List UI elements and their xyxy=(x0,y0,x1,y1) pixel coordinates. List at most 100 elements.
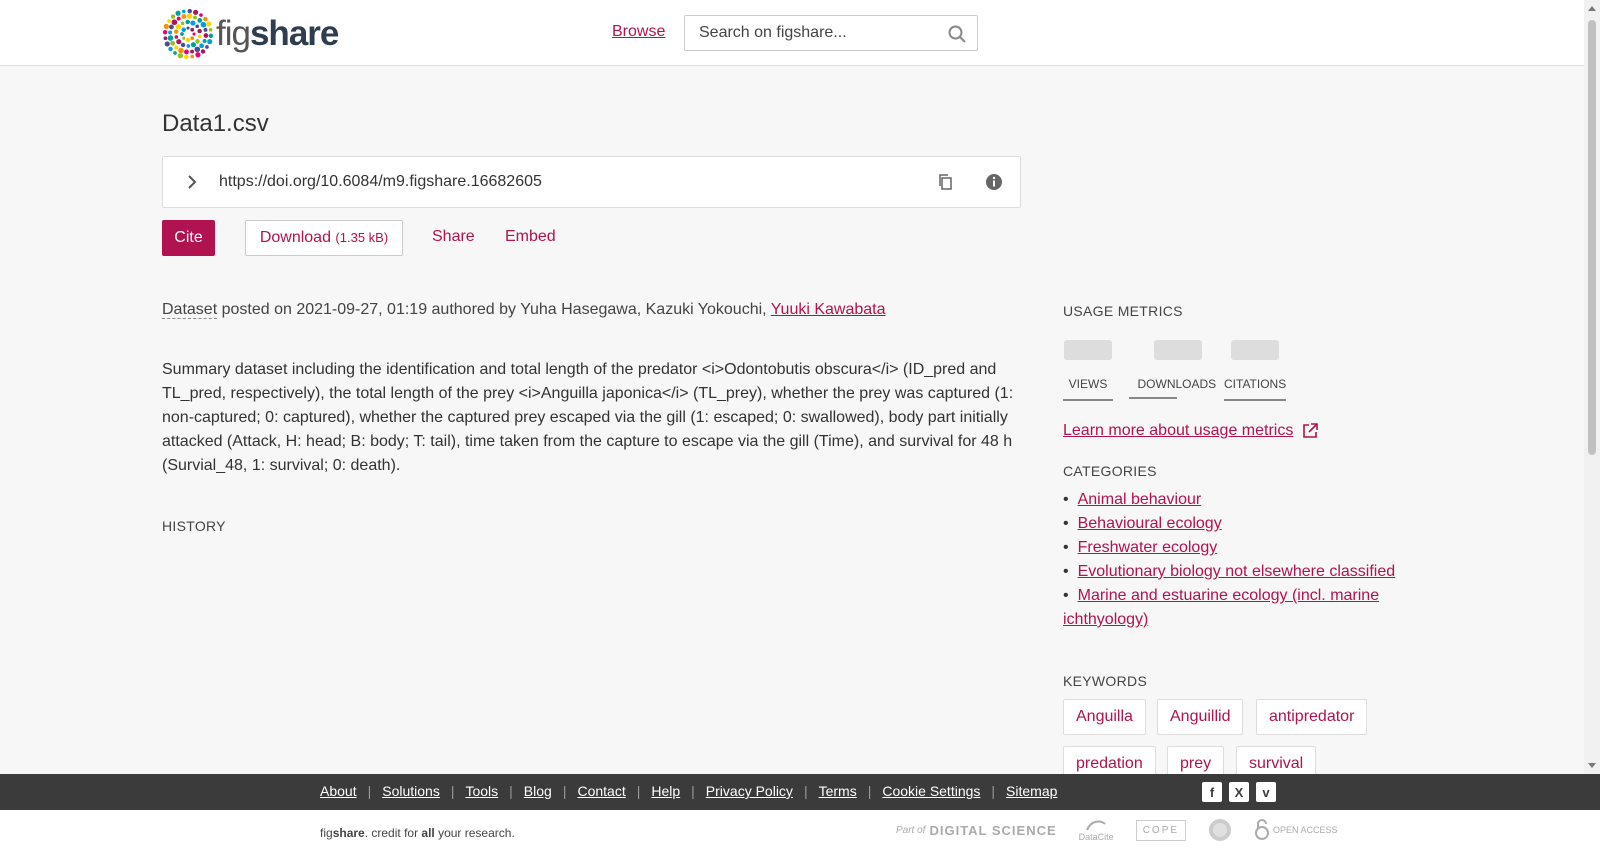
category-link[interactable]: Animal behaviour xyxy=(1078,491,1202,508)
metric-downloads[interactable]: DOWNLOADS xyxy=(1129,340,1226,399)
metric-downloads-value xyxy=(1153,340,1202,360)
copy-icon[interactable] xyxy=(936,173,954,191)
logo-dot xyxy=(187,8,192,14)
item-description: Summary dataset including the identifica… xyxy=(162,361,1014,474)
footer-link-cookie-settings[interactable]: Cookie Settings xyxy=(882,783,980,799)
learn-more-usage-link[interactable]: Learn more about usage metrics xyxy=(1063,422,1319,440)
footer-link-contact[interactable]: Contact xyxy=(577,783,625,799)
open-access-logo[interactable]: OPEN ACCESS xyxy=(1254,819,1338,841)
footer-link-blog[interactable]: Blog xyxy=(524,783,552,799)
keyword-tag[interactable]: antipredator xyxy=(1256,699,1368,735)
doi-url[interactable]: https://doi.org/10.6084/m9.figshare.1668… xyxy=(219,173,542,191)
list-item: Marine and estuarine ecology (incl. mari… xyxy=(1063,584,1423,632)
logo-dot xyxy=(178,47,184,54)
logo-dot xyxy=(174,35,179,39)
search-icon[interactable] xyxy=(947,24,967,44)
usage-metrics-heading: USAGE METRICS xyxy=(1063,303,1183,319)
logo-dot xyxy=(186,44,191,48)
divider: | xyxy=(450,783,455,799)
datacite-logo[interactable]: DataCite xyxy=(1079,818,1114,842)
digital-science-logo[interactable]: Part of DIGITAL SCIENCE xyxy=(896,823,1057,838)
logo-dot xyxy=(174,29,179,34)
logo-dot xyxy=(177,53,183,59)
divider: | xyxy=(367,783,372,799)
footer-link-help[interactable]: Help xyxy=(651,783,680,799)
footer-link-about[interactable]: About xyxy=(320,783,357,799)
metric-views[interactable]: VIEWS xyxy=(1063,340,1113,401)
keyword-tag[interactable]: Anguilla xyxy=(1063,699,1146,735)
list-item: Freshwater ecology xyxy=(1063,536,1423,560)
seal-logo[interactable] xyxy=(1208,818,1232,842)
footer-link-tools[interactable]: Tools xyxy=(465,783,498,799)
cite-button[interactable]: Cite xyxy=(162,220,215,256)
logo-dot xyxy=(200,49,206,54)
cope-logo[interactable]: COPE xyxy=(1135,819,1187,841)
footer-link-privacy[interactable]: Privacy Policy xyxy=(706,783,793,799)
logo-dot xyxy=(206,21,212,27)
category-link[interactable]: Evolutionary biology not elsewhere class… xyxy=(1078,563,1396,580)
logo-dot xyxy=(180,42,186,48)
divider: | xyxy=(636,783,641,799)
scroll-down-arrow[interactable] xyxy=(1588,763,1596,768)
logo-dot xyxy=(176,39,182,45)
logo-dot xyxy=(195,39,200,44)
embed-button[interactable]: Embed xyxy=(505,228,556,246)
logo-dot xyxy=(197,28,202,34)
logo-dot xyxy=(167,19,171,23)
logo-dot xyxy=(175,24,182,30)
learn-more-label: Learn more about usage metrics xyxy=(1063,422,1294,439)
download-button[interactable]: Download (1.35 kB) xyxy=(245,220,403,256)
logo-dot xyxy=(173,51,177,55)
logo-dot xyxy=(199,13,203,17)
scroll-thumb[interactable] xyxy=(1588,20,1596,455)
keyword-tag[interactable]: Anguillid xyxy=(1157,699,1244,735)
logo-dot xyxy=(207,39,213,45)
keywords-heading: KEYWORDS xyxy=(1063,673,1148,689)
footer-credit: figshare. credit for all your research. xyxy=(320,826,515,840)
info-icon[interactable] xyxy=(985,173,1003,191)
category-link[interactable]: Behavioural ecology xyxy=(1078,515,1222,532)
browse-link[interactable]: Browse xyxy=(612,23,665,41)
logo-dot xyxy=(181,27,186,32)
facebook-icon[interactable]: f xyxy=(1202,782,1222,802)
author-link[interactable]: Yuuki Kawabata xyxy=(771,301,886,318)
logo-dot xyxy=(195,52,201,58)
logo-dot xyxy=(182,36,186,40)
footer-link-sitemap[interactable]: Sitemap xyxy=(1006,783,1057,799)
divider: | xyxy=(867,783,872,799)
categories-heading: CATEGORIES xyxy=(1063,463,1157,479)
metric-downloads-label: DOWNLOADS xyxy=(1137,377,1217,391)
logo-dot xyxy=(190,42,197,48)
divider: | xyxy=(509,783,513,799)
seal-icon xyxy=(1209,819,1232,841)
logo-dot xyxy=(203,27,208,32)
footer-link-terms[interactable]: Terms xyxy=(819,783,857,799)
logo-dot xyxy=(203,16,208,22)
footer-link-solutions[interactable]: Solutions xyxy=(382,783,440,799)
figshare-logo[interactable]: figshare xyxy=(162,8,339,60)
scrollbar[interactable] xyxy=(1584,0,1600,774)
chevron-right-icon[interactable] xyxy=(183,173,201,191)
logo-dot xyxy=(185,19,190,25)
logo-dot xyxy=(195,24,200,29)
x-icon[interactable]: X xyxy=(1229,782,1249,802)
metric-citations[interactable]: CITATIONS xyxy=(1224,340,1286,401)
logo-dot xyxy=(164,41,170,47)
logo-dot xyxy=(203,33,209,38)
category-link[interactable]: Freshwater ecology xyxy=(1078,539,1218,556)
item-type[interactable]: Dataset xyxy=(162,301,218,319)
footer-links: About | Solutions | Tools | Blog | Contact | … xyxy=(320,783,1057,799)
figshare-logo-icon xyxy=(162,8,214,60)
search-input[interactable] xyxy=(685,16,925,50)
list-item: Evolutionary biology not elsewhere class… xyxy=(1063,560,1423,584)
posted-info: Dataset posted on 2021-09-27, 01:19 auth… xyxy=(162,301,886,319)
category-link[interactable]: Marine and estuarine ecology (incl. mari… xyxy=(1063,587,1379,628)
doi-box: https://doi.org/10.6084/m9.figshare.1668… xyxy=(162,156,1021,208)
vimeo-icon[interactable]: v xyxy=(1256,782,1276,802)
scroll-up-arrow[interactable] xyxy=(1588,6,1596,11)
share-button[interactable]: Share xyxy=(432,228,475,246)
logo-dot xyxy=(190,36,195,41)
logo-dot xyxy=(200,21,207,28)
logo-dot xyxy=(171,19,178,26)
logo-dot xyxy=(208,27,213,32)
